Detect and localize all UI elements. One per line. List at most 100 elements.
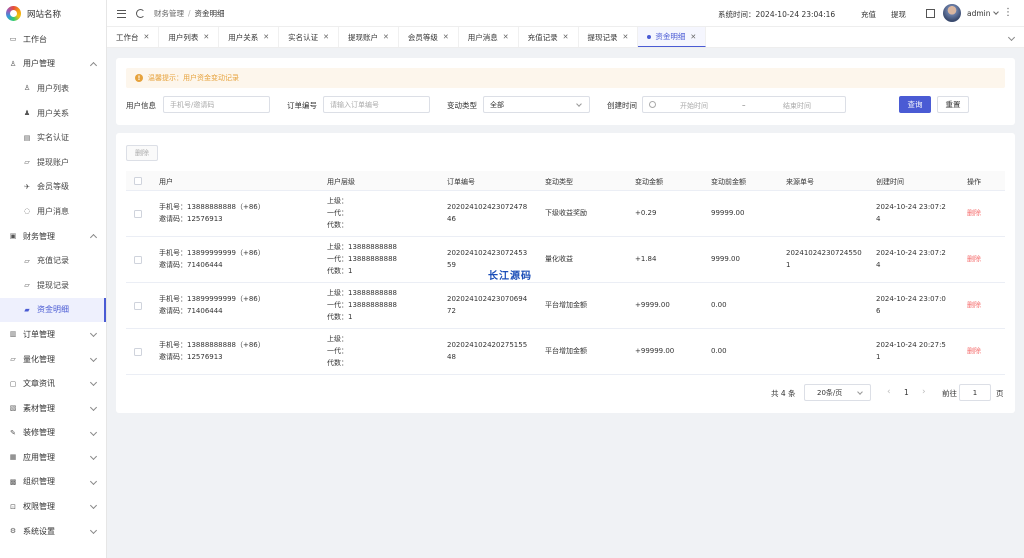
row-checkbox[interactable] <box>134 210 142 218</box>
close-icon[interactable]: ✕ <box>144 33 150 41</box>
amount-before: 9999.00 <box>711 255 740 263</box>
sidebar-item[interactable]: ▩ 组织管理 <box>0 470 106 495</box>
sidebar-item[interactable]: ⚙ 系统设置 <box>0 519 106 544</box>
delete-link[interactable]: 删除 <box>967 300 981 312</box>
breadcrumb-item[interactable]: 财务管理 <box>154 9 184 18</box>
tab-bar: 工作台 ✕ 用户列表 ✕ 用户关系 ✕ 实名认证 ✕ 提现账户 ✕ 会员等级 ✕ 用户消息 ✕ 充值记录 ✕ 提… <box>107 27 1024 48</box>
tab[interactable]: 实名认证 ✕ <box>279 27 339 47</box>
chevron-down-icon <box>89 330 98 338</box>
close-icon[interactable]: ✕ <box>563 33 569 41</box>
change-type-select[interactable]: 全部 <box>483 96 590 113</box>
batch-delete-button[interactable]: 删除 <box>126 145 158 161</box>
sidebar-item[interactable]: ▱ 提现账户 <box>0 150 106 175</box>
chevron-down-icon[interactable] <box>1007 33 1016 42</box>
tab[interactable]: 提现账户 ✕ <box>339 27 399 47</box>
order-no-input[interactable]: 请输入订单编号 <box>323 96 430 113</box>
user-info-input[interactable]: 手机号/邀请码 <box>163 96 270 113</box>
sidebar-item[interactable]: ▤ 实名认证 <box>0 125 106 150</box>
sidebar-item[interactable]: ✎ 装修管理 <box>0 421 106 446</box>
close-icon[interactable]: ✕ <box>263 33 269 41</box>
created-time: 2024-10-24 20:27:5 <box>876 341 946 349</box>
search-button[interactable]: 查询 <box>899 96 931 113</box>
message-icon: ◌ <box>23 207 31 216</box>
sidebar-item[interactable]: ▱ 提现记录 <box>0 273 106 298</box>
menu-toggle-icon[interactable] <box>117 9 126 18</box>
tab[interactable]: 用户消息 ✕ <box>459 27 519 47</box>
thumb-icon: ▰ <box>24 305 30 314</box>
tab[interactable]: 用户关系 ✕ <box>219 27 280 47</box>
sidebar-item-label: 用户管理 <box>23 59 55 69</box>
tab[interactable]: 提现记录 ✕ <box>579 27 639 47</box>
sidebar-item[interactable]: ▭ 工作台 <box>0 27 106 52</box>
sidebar-item[interactable]: ▧ 素材管理 <box>0 396 106 421</box>
row-checkbox[interactable] <box>134 302 142 310</box>
current-page[interactable]: 1 <box>904 388 909 397</box>
select-all-checkbox[interactable] <box>134 177 142 185</box>
goto-page-input[interactable]: 1 <box>959 384 991 401</box>
sidebar-item[interactable]: ♟ 用户关系 <box>0 101 106 126</box>
sidebar-item[interactable]: ▰ 资金明细 <box>0 297 106 323</box>
close-icon[interactable]: ✕ <box>690 33 696 41</box>
page-size-select[interactable]: 20条/页 <box>804 384 871 401</box>
sidebar-item[interactable]: ▱ 量化管理 <box>0 347 106 372</box>
sidebar-item[interactable]: ♙ 用户管理 <box>0 52 106 77</box>
amount-before: 0.00 <box>711 347 727 355</box>
close-icon[interactable]: ✕ <box>383 33 389 41</box>
user-invite-code: 邀请码：12576913 <box>159 215 223 223</box>
close-icon[interactable]: ✕ <box>623 33 629 41</box>
sidebar-item[interactable]: ▣ 财务管理 <box>0 224 106 249</box>
more-vertical-icon[interactable]: ⋮ <box>1003 8 1013 18</box>
sidebar-item-label: 量化管理 <box>23 354 55 364</box>
amount-before: 0.00 <box>711 301 727 309</box>
source-number-suffix: 1 <box>786 261 791 269</box>
date-range-picker[interactable]: 开始时间 – 结束时间 <box>642 96 846 113</box>
next-page-icon[interactable]: › <box>922 387 926 397</box>
sidebar-item[interactable]: ♙ 用户列表 <box>0 76 106 101</box>
sidebar-item[interactable]: ✈ 会员等级 <box>0 175 106 200</box>
tab[interactable]: 用户列表 ✕ <box>159 27 220 47</box>
close-icon[interactable]: ✕ <box>503 33 509 41</box>
active-dot-icon <box>647 34 652 39</box>
sidebar-item-label: 用户关系 <box>37 108 69 118</box>
notice-text: 温馨提示：用户资金变动记录 <box>148 74 239 82</box>
close-icon[interactable]: ✕ <box>203 33 209 41</box>
folder-icon: ▱ <box>10 355 16 364</box>
row-checkbox[interactable] <box>134 256 142 264</box>
sidebar-item-label: 资金明细 <box>37 305 69 315</box>
tab[interactable]: 资金明细 ✕ <box>638 27 707 47</box>
recharge-link[interactable]: 充值 <box>861 9 876 20</box>
created-time: 2024-10-24 23:07:2 <box>876 249 946 257</box>
sidebar-item[interactable]: ⊡ 权限管理 <box>0 494 106 519</box>
sidebar-item-label: 提现账户 <box>37 157 69 167</box>
row-checkbox[interactable] <box>134 348 142 356</box>
date-end: 结束时间 <box>783 102 811 110</box>
sidebar-item[interactable]: ▥ 订单管理 <box>0 322 106 347</box>
logo[interactable]: 网站名称 <box>0 0 106 27</box>
delete-link[interactable]: 删除 <box>967 346 981 358</box>
order-number: 202024102423072478 <box>447 203 528 211</box>
breadcrumb: 财务管理 / 资金明细 <box>154 8 225 19</box>
refresh-icon[interactable] <box>136 8 145 18</box>
prev-page-icon[interactable]: ‹ <box>887 387 891 397</box>
delete-link[interactable]: 删除 <box>967 208 981 220</box>
tab[interactable]: 充值记录 ✕ <box>519 27 579 47</box>
sidebar-item[interactable]: ▦ 应用管理 <box>0 445 106 470</box>
sidebar-item-label: 实名认证 <box>37 133 69 143</box>
sidebar-item[interactable]: ▱ 充值记录 <box>0 248 106 273</box>
sidebar-item[interactable]: ▢ 文章资讯 <box>0 371 106 396</box>
fullscreen-icon[interactable] <box>926 9 935 18</box>
withdraw-link[interactable]: 提现 <box>891 9 906 20</box>
close-icon[interactable]: ✕ <box>323 33 329 41</box>
folder-icon: ▱ <box>24 281 30 290</box>
created-time-label: 创建时间 <box>607 101 637 110</box>
delete-link[interactable]: 删除 <box>967 254 981 266</box>
tab[interactable]: 会员等级 ✕ <box>399 27 459 47</box>
avatar[interactable] <box>943 4 961 22</box>
user-menu[interactable]: admin <box>967 9 999 18</box>
tab[interactable]: 工作台 ✕ <box>107 27 160 47</box>
sidebar-item-label: 应用管理 <box>23 452 55 462</box>
sidebar-item[interactable]: ◌ 用户消息 <box>0 199 106 224</box>
close-icon[interactable]: ✕ <box>443 33 449 41</box>
folder-icon: ▱ <box>24 256 30 265</box>
reset-button[interactable]: 重置 <box>937 96 969 113</box>
